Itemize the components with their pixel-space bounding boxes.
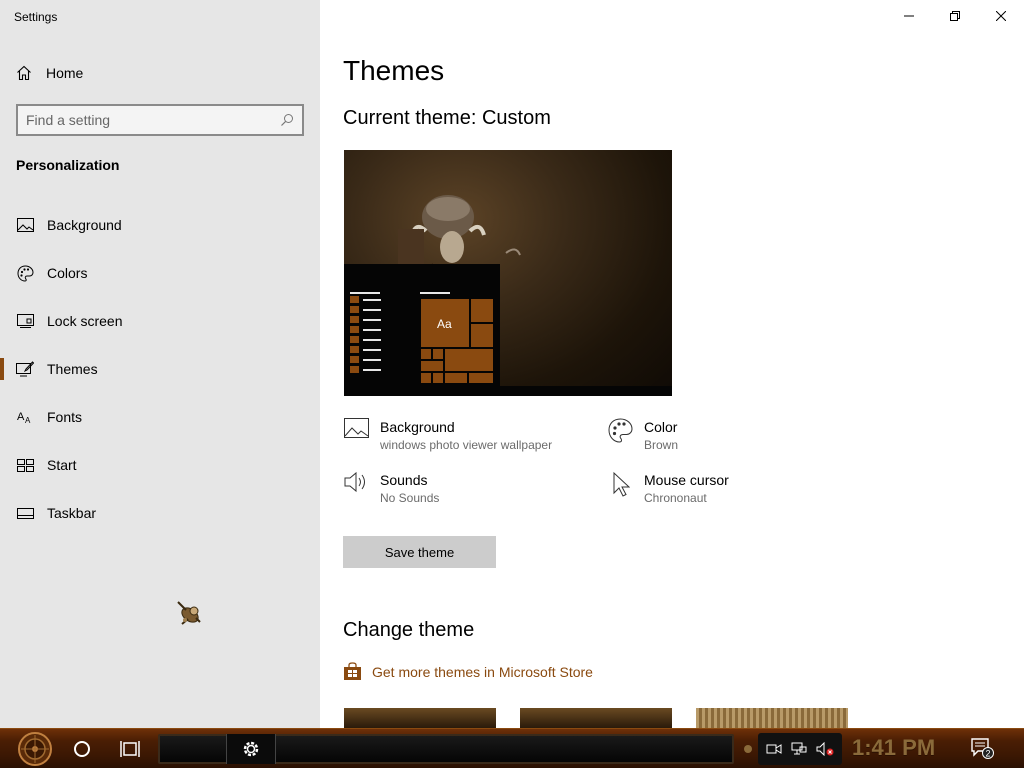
setting-title: Sounds [380, 472, 428, 488]
search-box[interactable] [16, 104, 304, 136]
restore-icon [950, 11, 960, 21]
mouse-pointer-icon [607, 471, 633, 497]
taskbar-icon [16, 504, 34, 522]
svg-text:A: A [17, 411, 25, 423]
section-title: Personalization [16, 157, 120, 173]
task-view-icon[interactable] [120, 739, 142, 759]
home-icon [17, 65, 31, 81]
sidebar-item-background[interactable]: Background [0, 206, 320, 244]
store-themes-link[interactable]: Get more themes in Microsoft Store [343, 662, 593, 681]
taskbar-clock[interactable]: 1:41 PM [852, 735, 935, 761]
picture-icon [343, 418, 369, 444]
minimize-button[interactable] [886, 0, 932, 32]
sidebar-item-start[interactable]: Start [0, 446, 320, 484]
speaker-icon [343, 471, 369, 497]
sidebar-item-lock-screen[interactable]: Lock screen [0, 302, 320, 340]
meet-now-icon[interactable] [766, 742, 782, 756]
change-theme-heading: Change theme [343, 619, 475, 641]
theme-color-setting[interactable]: Color Brown [607, 418, 678, 454]
search-icon[interactable] [280, 113, 294, 127]
setting-value: No Sounds [380, 491, 440, 505]
current-theme-label: Current theme: Custom [343, 107, 551, 129]
taskbar: 1:41 PM 2 [0, 728, 1024, 768]
sidebar-item-fonts[interactable]: AA Fonts [0, 398, 320, 436]
search-input[interactable] [26, 112, 280, 128]
preview-app-list [350, 296, 381, 376]
notification-count: 2 [985, 749, 990, 759]
home-nav-item[interactable]: Home [16, 62, 83, 84]
sidebar-item-label: Lock screen [47, 313, 123, 329]
theme-thumbnail[interactable] [696, 708, 848, 728]
steampunk-cursor-icon [177, 601, 201, 625]
sidebar-item-taskbar[interactable]: Taskbar [0, 494, 320, 532]
show-hidden-icons-icon[interactable] [742, 743, 754, 755]
network-icon[interactable] [791, 742, 807, 756]
setting-title: Background [380, 419, 455, 435]
minimize-icon [904, 15, 914, 17]
setting-value: Chrononaut [644, 491, 707, 505]
theme-thumbnail[interactable] [344, 708, 496, 728]
volume-muted-icon[interactable] [816, 742, 834, 756]
sidebar-item-label: Taskbar [47, 505, 97, 521]
sidebar-item-colors[interactable]: Colors [0, 254, 320, 292]
close-icon [996, 11, 1006, 21]
preview-header-line [350, 292, 380, 294]
start-icon [16, 456, 34, 474]
preview-tile-text: Aa [437, 317, 452, 331]
setting-title: Mouse cursor [644, 472, 729, 488]
sidebar: Settings Home Personalization Background… [0, 0, 320, 728]
system-tray [758, 733, 842, 765]
picture-icon [16, 216, 34, 234]
preview-taskbar [344, 386, 672, 396]
sidebar-item-label: Fonts [47, 409, 83, 425]
cortana-icon[interactable] [72, 739, 92, 759]
restore-button[interactable] [932, 0, 978, 32]
steampunk-start-icon [18, 732, 52, 766]
theme-thumbnail[interactable] [520, 708, 672, 728]
palette-icon [16, 264, 34, 282]
gear-icon [243, 741, 259, 757]
theme-mouse-cursor-setting[interactable]: Mouse cursor Chrononaut [607, 471, 729, 507]
font-icon: AA [16, 408, 34, 426]
home-label: Home [46, 65, 84, 81]
svg-text:A: A [25, 416, 31, 424]
sidebar-item-label: Start [47, 457, 77, 473]
setting-title: Color [644, 419, 678, 435]
notification-icon: 2 [971, 738, 994, 759]
sidebar-item-label: Background [47, 217, 122, 233]
save-theme-button[interactable]: Save theme [343, 536, 496, 568]
page-title: Themes [343, 55, 445, 86]
theme-sounds-setting[interactable]: Sounds No Sounds [343, 471, 439, 507]
store-link-text: Get more themes in Microsoft Store [372, 663, 593, 680]
taskbar-settings-app[interactable] [226, 734, 276, 764]
theme-background-setting[interactable]: Background windows photo viewer wallpape… [343, 418, 552, 454]
lock-screen-icon [16, 312, 34, 330]
store-bag-icon [344, 662, 361, 680]
setting-value: windows photo viewer wallpaper [380, 438, 553, 452]
start-button[interactable] [10, 731, 60, 767]
palette-icon [607, 418, 633, 444]
preview-header-line [420, 292, 450, 294]
sidebar-item-themes[interactable]: Themes [0, 350, 320, 388]
theme-preview: Aa [344, 150, 672, 396]
close-button[interactable] [978, 0, 1024, 32]
app-title: Settings [14, 10, 58, 24]
themes-icon [16, 360, 34, 378]
action-center-button[interactable]: 2 [970, 737, 994, 764]
preview-tile-grid: Aa [420, 298, 494, 384]
sidebar-item-label: Themes [47, 361, 98, 377]
setting-value: Brown [644, 438, 679, 452]
sidebar-item-label: Colors [47, 265, 88, 281]
